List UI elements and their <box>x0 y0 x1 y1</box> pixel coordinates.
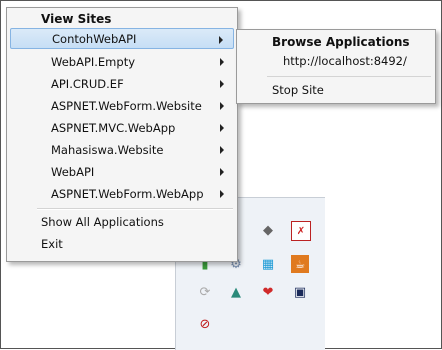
submenu-arrow-icon <box>220 102 224 110</box>
menu-item-label: ASPNET.WebForm.Website <box>51 98 202 113</box>
menu-item-label: ASPNET.MVC.WebApp <box>51 120 176 135</box>
menu-separator <box>37 208 233 210</box>
menu-item-aspnet-mvc-webapp[interactable]: ASPNET.MVC.WebApp <box>10 117 234 138</box>
menu-item-contohwebapi[interactable]: ContohWebAPI <box>10 28 234 49</box>
submenu-arrow-icon <box>219 36 223 44</box>
menu-item-label: WebAPI.Empty <box>51 54 136 69</box>
diamond-icon[interactable]: ◆ <box>259 221 277 239</box>
grid-icon[interactable]: ▦ <box>259 255 277 273</box>
network-error-icon[interactable]: ✗ <box>291 221 311 241</box>
menu-item-label: ASPNET.WebForm.WebApp <box>51 186 204 201</box>
sync-icon[interactable]: ⟳ <box>196 283 214 301</box>
menu-item-webapi-empty[interactable]: WebAPI.Empty <box>10 51 234 72</box>
heart-icon[interactable]: ❤ <box>259 283 277 301</box>
site-submenu: Browse Applications http://localhost:849… <box>236 29 436 104</box>
submenu-arrow-icon <box>220 58 224 66</box>
menu-item-label: API.CRUD.EF <box>51 76 124 91</box>
menu-item-aspnet-webform-webapp[interactable]: ASPNET.WebForm.WebApp <box>10 183 234 204</box>
menu-item-label: ContohWebAPI <box>52 31 137 46</box>
stop-site-item[interactable]: Stop Site <box>272 83 324 97</box>
submenu-arrow-icon <box>220 168 224 176</box>
view-sites-menu: View Sites ContohWebAPI WebAPI.Empty API… <box>6 7 238 262</box>
menu-header: View Sites <box>41 12 112 26</box>
menu-item-api-crud-ef[interactable]: API.CRUD.EF <box>10 73 234 94</box>
menu-item-label: Mahasiswa.Website <box>51 142 164 157</box>
java-icon[interactable]: ☕ <box>291 255 309 273</box>
chart-icon[interactable]: ▲ <box>227 283 245 301</box>
submenu-separator <box>267 76 431 77</box>
submenu-arrow-icon <box>220 190 224 198</box>
browse-applications-header: Browse Applications <box>272 35 410 49</box>
localhost-url-item[interactable]: http://localhost:8492/ <box>283 54 407 68</box>
exit-item[interactable]: Exit <box>41 237 63 251</box>
monitor-icon[interactable]: ▣ <box>291 283 309 301</box>
blocked-icon[interactable]: ⊘ <box>196 315 214 333</box>
show-all-applications-item[interactable]: Show All Applications <box>41 215 164 229</box>
menu-item-label: WebAPI <box>51 164 95 179</box>
submenu-arrow-icon <box>220 146 224 154</box>
menu-item-mahasiswa-website[interactable]: Mahasiswa.Website <box>10 139 234 160</box>
menu-item-aspnet-webform-website[interactable]: ASPNET.WebForm.Website <box>10 95 234 116</box>
submenu-arrow-icon <box>220 124 224 132</box>
submenu-arrow-icon <box>220 80 224 88</box>
menu-item-webapi[interactable]: WebAPI <box>10 161 234 182</box>
